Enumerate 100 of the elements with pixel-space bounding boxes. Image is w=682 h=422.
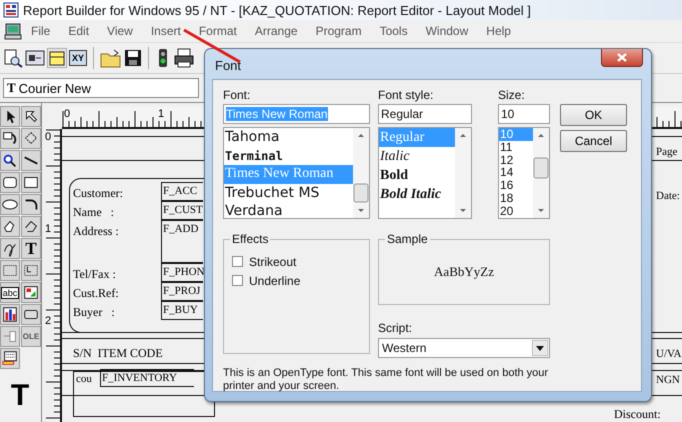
list-item[interactable]: Tahoma: [224, 128, 353, 146]
magnify-icon[interactable]: [0, 150, 20, 171]
dropdown-arrow-icon: [532, 340, 548, 356]
reshape-icon[interactable]: [21, 128, 41, 149]
list-item[interactable]: Italic: [379, 147, 455, 166]
scrollbar[interactable]: [533, 128, 549, 218]
ruler-number: 0: [64, 107, 70, 121]
report-field: F_PROJ: [161, 282, 203, 301]
save-icon[interactable]: [124, 49, 142, 67]
scrollbar[interactable]: [353, 128, 369, 218]
list-item[interactable]: 18: [499, 192, 533, 205]
image-icon[interactable]: [21, 282, 41, 303]
app-menu-icon[interactable]: [4, 22, 22, 40]
report-field: F_ACC: [161, 182, 203, 201]
report-field: F_CUST: [161, 201, 203, 220]
xy-button[interactable]: XY: [69, 50, 88, 66]
menu-item[interactable]: Edit: [59, 24, 98, 38]
list-item[interactable]: 16: [499, 179, 533, 192]
field-label: Script:: [378, 321, 414, 335]
list-item[interactable]: Terminal: [224, 146, 353, 165]
scrollbar[interactable]: [455, 128, 471, 218]
field-label: Font:: [223, 88, 252, 104]
report-field: F_ADD: [161, 220, 203, 263]
field-label: Font style:: [378, 88, 434, 104]
chart-icon[interactable]: [0, 304, 20, 325]
list-item[interactable]: 20: [499, 204, 533, 218]
list-item[interactable]: Trebuchet MS: [224, 184, 353, 202]
list-item[interactable]: 14: [499, 166, 533, 180]
checkbox-label[interactable]: Strikeout: [249, 254, 296, 268]
freehand-icon[interactable]: [0, 238, 20, 259]
field-label: Address :: [73, 224, 119, 238]
style-list[interactable]: Regular Italic Bold Bold Italic: [378, 127, 472, 219]
report-field: cou: [76, 373, 102, 388]
repeating-frame-icon[interactable]: [21, 260, 41, 281]
frame-tool-icon[interactable]: [0, 260, 20, 281]
size-list[interactable]: 10 11 12 14 16 18 20: [498, 127, 550, 219]
column-header: S/N ITEM CODE: [73, 346, 163, 360]
list-item[interactable]: Bold Italic: [379, 185, 455, 204]
report-text: Page: [656, 145, 678, 159]
select-icon[interactable]: [0, 106, 20, 127]
font-list[interactable]: Tahoma Terminal Times New Roman Trebuchet MS Verdana: [223, 127, 370, 219]
report-text: NGN: [656, 373, 680, 387]
ruler-number: 1: [45, 222, 52, 236]
close-button[interactable]: [601, 49, 643, 67]
list-item[interactable]: 11: [499, 140, 533, 154]
rectangle-icon[interactable]: [21, 172, 41, 193]
font-name-field[interactable]: T Courier New: [3, 78, 199, 98]
field-label: Customer:: [73, 186, 123, 200]
style-field[interactable]: Regular: [378, 104, 472, 124]
layout-icon[interactable]: [25, 48, 45, 68]
checkbox-label[interactable]: Underline: [249, 274, 300, 288]
preview-icon[interactable]: [3, 48, 23, 68]
menu-item[interactable]: Arrange: [246, 24, 307, 38]
menu-item[interactable]: Tools: [370, 24, 417, 38]
report-field: F_PHON: [161, 263, 203, 282]
frame-icon[interactable]: [47, 48, 67, 68]
menu-item[interactable]: Insert: [142, 24, 190, 38]
text-tool[interactable]: T: [21, 238, 41, 259]
font-name: Courier New: [18, 80, 91, 96]
size-field[interactable]: 10: [498, 104, 550, 124]
script-dropdown[interactable]: Western: [378, 338, 550, 358]
checkbox[interactable]: [232, 256, 243, 267]
report-text: Discount:: [614, 407, 661, 421]
report-text: Date:: [656, 189, 680, 203]
menu-item[interactable]: Format: [190, 24, 246, 38]
field-tool[interactable]: abc: [0, 282, 20, 303]
list-item[interactable]: Verdana: [224, 202, 353, 218]
rotate-icon[interactable]: [0, 128, 20, 149]
cancel-button[interactable]: Cancel: [560, 130, 627, 152]
menu-item[interactable]: File: [22, 24, 60, 38]
polyline-icon[interactable]: [21, 216, 41, 237]
list-item[interactable]: Bold: [379, 166, 455, 185]
rounded-rectangle-icon[interactable]: [0, 172, 20, 193]
field-label: Name :: [73, 205, 114, 219]
report-field: F_INVENTORY: [100, 369, 194, 387]
button-tool-icon[interactable]: [21, 304, 41, 325]
ok-button[interactable]: OK: [560, 104, 627, 126]
field-label: Cust.Ref:: [73, 286, 119, 300]
field-label: Size:: [498, 88, 526, 104]
menu-item[interactable]: Program: [306, 24, 371, 38]
ole-tool[interactable]: OLE: [21, 326, 41, 347]
close-icon: [617, 53, 627, 62]
list-item[interactable]: 12: [499, 154, 533, 166]
truetype-icon: T: [7, 80, 16, 96]
field-label: Buyer :: [73, 305, 115, 319]
report-text: U/VA: [656, 347, 682, 361]
folder-icon[interactable]: [100, 48, 122, 68]
window-title: Report Builder for Windows 95 / NT - [KAZ_QUOTATION: Report Editor - Layout Model ]: [23, 2, 531, 18]
arc-icon[interactable]: [21, 194, 41, 215]
menu-item[interactable]: Window: [416, 24, 478, 38]
checkbox[interactable]: [232, 275, 243, 286]
menu-item[interactable]: Help: [477, 24, 520, 38]
text-preview: T: [10, 381, 30, 411]
printer-icon[interactable]: [173, 48, 196, 68]
field-label: Tel/Fax :: [73, 267, 116, 281]
group-title: Effects: [230, 232, 270, 246]
menu-item[interactable]: View: [98, 24, 142, 38]
keyboard-icon[interactable]: [0, 348, 20, 369]
report-field: F_BUY: [161, 301, 203, 320]
polygon-icon[interactable]: [0, 216, 20, 237]
